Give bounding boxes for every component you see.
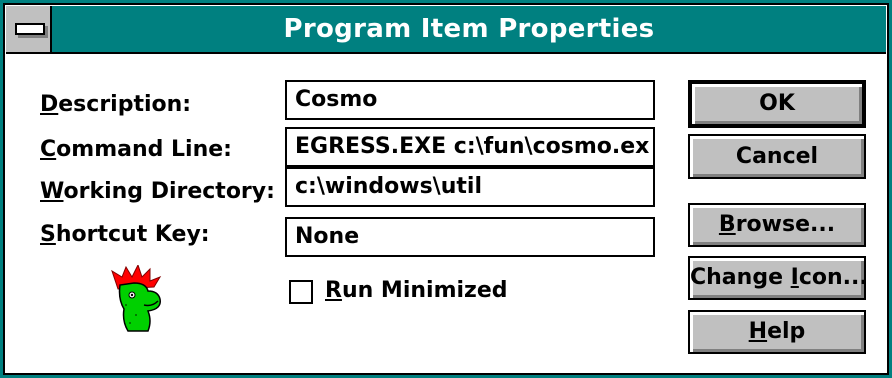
window-title: Program Item Properties [283, 14, 655, 44]
working-directory-field[interactable]: c:\windows\util [285, 167, 655, 207]
cosmo-icon[interactable] [108, 265, 168, 335]
ok-button[interactable]: OK [688, 80, 866, 128]
help-button[interactable]: Help [688, 310, 866, 354]
system-menu-button[interactable] [6, 6, 52, 52]
run-minimized-label[interactable]: Run Minimized [325, 278, 508, 303]
change-icon-button[interactable]: Change Icon... [688, 256, 868, 300]
description-label: Description: [40, 92, 192, 117]
working-directory-label: Working Directory: [40, 179, 275, 204]
cancel-button[interactable]: Cancel [688, 134, 866, 179]
title-bar[interactable]: Program Item Properties [6, 6, 886, 54]
run-minimized-checkbox[interactable] [289, 280, 313, 304]
program-item-properties-dialog: Program Item Properties Description: Com… [0, 0, 892, 378]
command-line-label: Command Line: [40, 137, 232, 162]
command-line-field[interactable]: EGRESS.EXE c:\fun\cosmo.ex [285, 127, 655, 167]
shortcut-key-field[interactable]: None [285, 217, 655, 257]
shortcut-key-label: Shortcut Key: [40, 222, 210, 247]
description-field[interactable]: Cosmo [285, 80, 655, 120]
browse-button[interactable]: Browse... [688, 203, 866, 247]
system-menu-icon [15, 23, 45, 35]
